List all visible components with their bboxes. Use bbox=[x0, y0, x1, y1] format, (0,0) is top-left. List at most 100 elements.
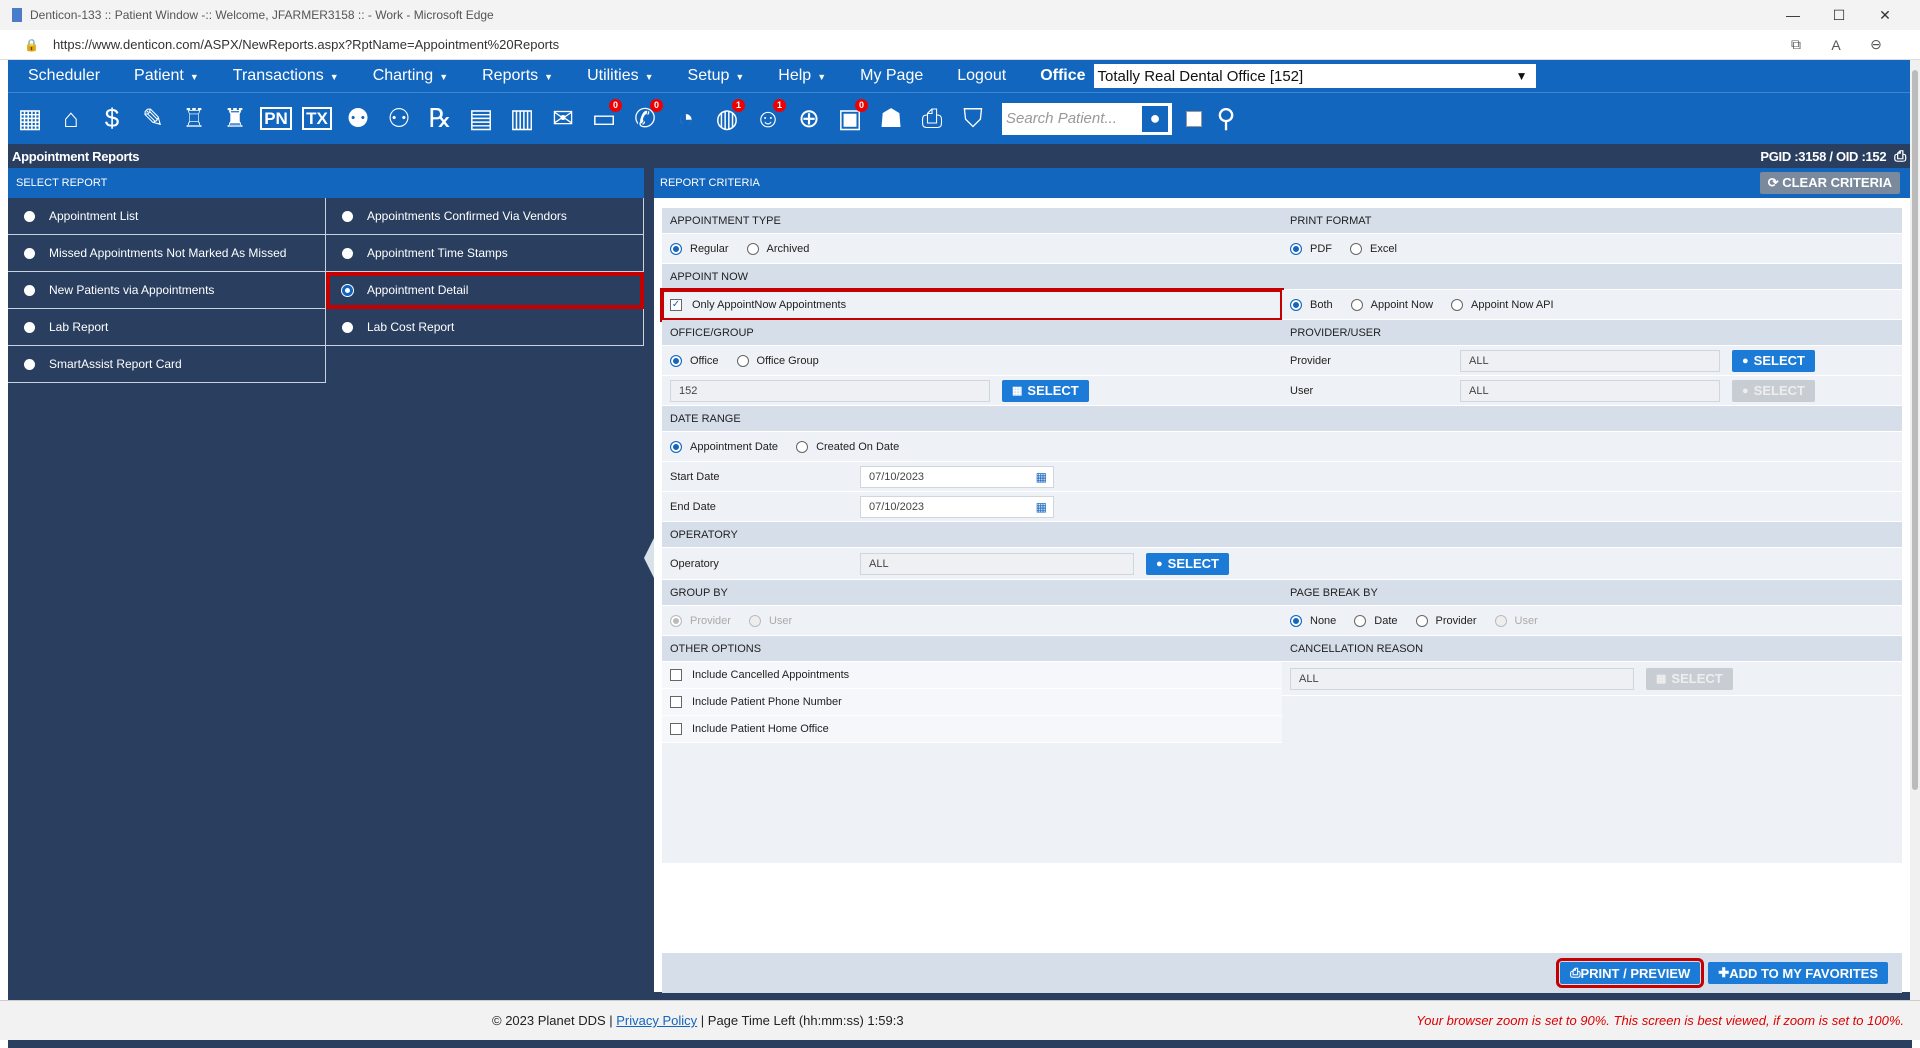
cancellation-select-button[interactable]: ▦ SELECT bbox=[1646, 667, 1733, 690]
print-page-icon[interactable]: ⎙ bbox=[1894, 148, 1906, 165]
archived-radio[interactable] bbox=[746, 242, 759, 255]
cancellation-reason-field[interactable]: ALL bbox=[1290, 667, 1634, 690]
menu-setup[interactable]: Setup ▼ bbox=[688, 67, 745, 85]
calendar-icon[interactable]: ▦ bbox=[1036, 500, 1047, 514]
clock-icon[interactable]: ◔ bbox=[668, 99, 704, 139]
add-family-icon[interactable]: ⚇ bbox=[381, 99, 417, 139]
document-icon[interactable]: ▥ bbox=[504, 99, 540, 139]
menu-my-page[interactable]: My Page bbox=[860, 67, 923, 85]
dollar-icon[interactable]: $ bbox=[94, 99, 130, 139]
menu-charting[interactable]: Charting ▼ bbox=[373, 67, 448, 85]
include-cancelled-checkbox[interactable] bbox=[670, 669, 682, 681]
tooth-chart-icon[interactable]: ♜ bbox=[217, 99, 253, 139]
user-select-button[interactable]: ● SELECT bbox=[1732, 379, 1815, 402]
regular-radio[interactable] bbox=[670, 242, 682, 255]
sms-icon[interactable]: ✆ 0 bbox=[627, 98, 663, 139]
app-available-icon[interactable]: ⧉ bbox=[1776, 36, 1816, 53]
include-phone-checkbox[interactable] bbox=[670, 696, 682, 708]
report-confirmed-via-vendors[interactable]: Appointments Confirmed Via Vendors bbox=[326, 198, 644, 235]
collapse-grip-icon[interactable] bbox=[644, 538, 654, 578]
menu-help[interactable]: Help ▼ bbox=[778, 67, 826, 85]
operatory-select-button[interactable]: ● SELECT bbox=[1146, 552, 1229, 575]
patient-search-icon[interactable]: ● bbox=[1140, 103, 1170, 134]
print-preview-button[interactable]: ⎙ PRINT / PREVIEW bbox=[1556, 958, 1705, 988]
minimize-button[interactable]: — bbox=[1770, 7, 1816, 23]
group-provider-radio[interactable] bbox=[670, 614, 682, 627]
select-report-header: SELECT REPORT bbox=[8, 168, 644, 198]
start-date-field[interactable]: 07/10/2023 ▦ bbox=[860, 465, 1054, 488]
office-select[interactable]: Totally Real Dental Office [152] ▼ bbox=[1093, 64, 1536, 88]
break-date-radio[interactable] bbox=[1354, 614, 1367, 627]
report-appointment-detail[interactable]: Appointment Detail bbox=[326, 272, 644, 309]
report-lab-cost[interactable]: Lab Cost Report bbox=[326, 309, 644, 346]
appointment-date-radio[interactable] bbox=[670, 440, 682, 453]
search-patient-input[interactable]: Search Patient... ● bbox=[1002, 102, 1172, 135]
pdf-radio[interactable] bbox=[1290, 242, 1302, 255]
page-scrollbar[interactable] bbox=[1910, 60, 1920, 1000]
group-search-icon[interactable]: ⚲ bbox=[1208, 99, 1244, 139]
tooth-icon[interactable]: ♖ bbox=[176, 99, 212, 139]
provider-field[interactable]: ALL bbox=[1460, 349, 1720, 372]
menu-utilities[interactable]: Utilities ▼ bbox=[587, 67, 653, 85]
end-date-field[interactable]: 07/10/2023 ▦ bbox=[860, 495, 1054, 518]
office-select-button[interactable]: ▦ SELECT bbox=[1002, 379, 1089, 402]
report-lab-report[interactable]: Lab Report bbox=[8, 309, 326, 346]
report-missed-appointments[interactable]: Missed Appointments Not Marked As Missed bbox=[8, 235, 326, 272]
menu-patient[interactable]: Patient ▼ bbox=[134, 67, 199, 85]
add-patient-icon[interactable]: ⚉ bbox=[340, 99, 376, 139]
url-field[interactable]: https://www.denticon.com/ASPX/NewReports… bbox=[53, 37, 1776, 52]
globe-icon[interactable]: ◍ 1 bbox=[709, 98, 745, 139]
panel-splitter[interactable] bbox=[644, 168, 654, 992]
office-value-field[interactable]: 152 bbox=[670, 379, 990, 402]
scrollbar-thumb[interactable] bbox=[1912, 70, 1918, 790]
menu-scheduler[interactable]: Scheduler bbox=[28, 67, 100, 85]
edit-notes-icon[interactable]: ✎ bbox=[135, 99, 171, 139]
provider-select-button[interactable]: ● SELECT bbox=[1732, 349, 1815, 372]
break-provider-radio[interactable] bbox=[1415, 614, 1428, 627]
messages-icon[interactable]: ▭ 0 bbox=[586, 98, 622, 139]
excel-radio[interactable] bbox=[1350, 242, 1362, 255]
office-radio[interactable] bbox=[670, 354, 682, 367]
notes-icon[interactable]: ▤ bbox=[463, 99, 499, 139]
calendar-icon[interactable]: ▦ bbox=[1036, 470, 1047, 484]
menu-logout[interactable]: Logout bbox=[957, 67, 1006, 85]
add-to-favorites-button[interactable]: ✚ ADD TO MY FAVORITES bbox=[1708, 962, 1888, 984]
clear-criteria-button[interactable]: ⟳ CLEAR CRITERIA bbox=[1759, 172, 1900, 194]
calendar-icon[interactable]: ▦ bbox=[12, 99, 48, 139]
user-field[interactable]: ALL bbox=[1460, 379, 1720, 402]
home-icon[interactable]: ⌂ bbox=[53, 99, 89, 139]
include-home-office-checkbox[interactable] bbox=[670, 723, 682, 735]
menu-reports[interactable]: Reports ▼ bbox=[482, 67, 553, 85]
printer-icon[interactable]: ⎙ bbox=[914, 99, 950, 139]
appoint-now-api-radio[interactable] bbox=[1451, 298, 1464, 311]
prescription-icon[interactable]: ℞ bbox=[422, 99, 458, 139]
report-appointment-list[interactable]: Appointment List bbox=[8, 198, 326, 235]
office-group-radio[interactable] bbox=[736, 354, 749, 367]
appoint-now-radio[interactable] bbox=[1350, 298, 1363, 311]
created-on-date-radio[interactable] bbox=[796, 440, 809, 453]
check-shield-icon[interactable]: ⛉ bbox=[955, 99, 991, 139]
group-user-radio[interactable] bbox=[748, 614, 761, 627]
maximize-button[interactable]: ☐ bbox=[1816, 7, 1862, 24]
family-icon[interactable]: ☗ bbox=[873, 99, 909, 139]
read-aloud-icon[interactable]: A bbox=[1816, 37, 1856, 53]
progress-notes-icon[interactable]: PN bbox=[258, 99, 294, 139]
clipboard-icon[interactable]: ▣ 0 bbox=[832, 98, 868, 139]
toolbar-checkbox[interactable] bbox=[1186, 110, 1202, 127]
report-new-patients[interactable]: New Patients via Appointments bbox=[8, 272, 326, 309]
break-none-radio[interactable] bbox=[1290, 614, 1302, 627]
treatment-plan-icon[interactable]: TX bbox=[299, 99, 335, 139]
operatory-field[interactable]: ALL bbox=[860, 552, 1134, 575]
report-smartassist[interactable]: SmartAssist Report Card bbox=[8, 346, 326, 383]
support-icon[interactable]: ☺ 1 bbox=[750, 98, 786, 139]
mail-icon[interactable]: ✉ bbox=[545, 99, 581, 139]
web-icon[interactable]: ⊕ bbox=[791, 99, 827, 139]
menu-transactions[interactable]: Transactions ▼ bbox=[233, 67, 339, 85]
break-user-radio[interactable] bbox=[1494, 614, 1507, 627]
only-appointnow-checkbox[interactable]: ✓ bbox=[670, 298, 682, 311]
privacy-policy-link[interactable]: Privacy Policy bbox=[616, 1013, 697, 1028]
both-radio[interactable] bbox=[1290, 298, 1302, 311]
report-time-stamps[interactable]: Appointment Time Stamps bbox=[326, 235, 644, 272]
close-button[interactable]: ✕ bbox=[1862, 7, 1908, 24]
zoom-icon[interactable]: ⊖ bbox=[1856, 36, 1896, 53]
